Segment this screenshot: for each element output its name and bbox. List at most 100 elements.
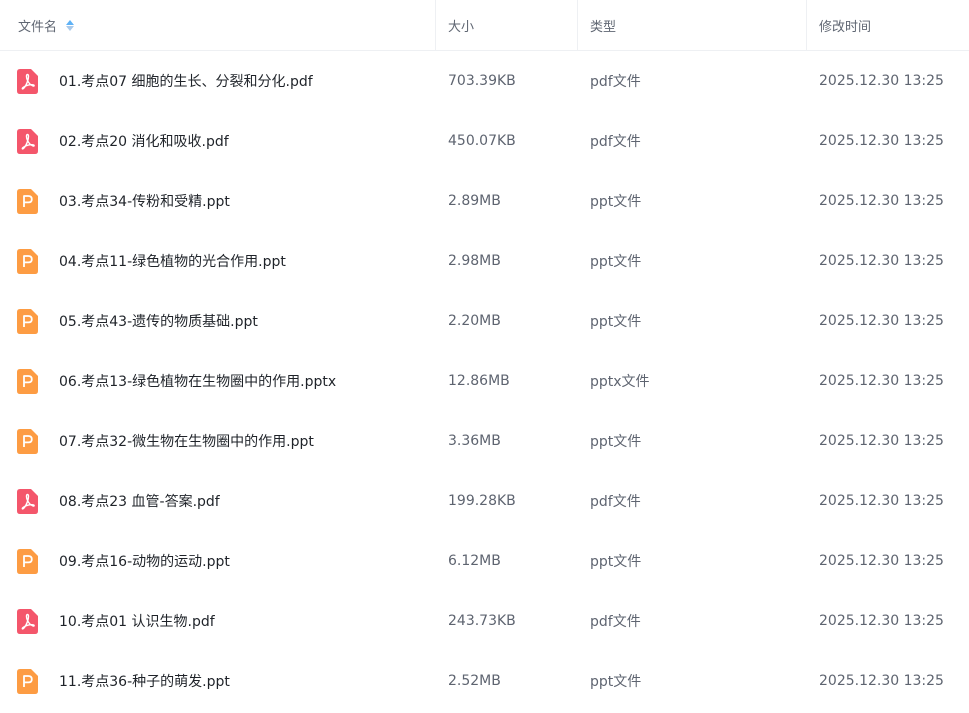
file-type-cell: ppt文件 — [578, 651, 807, 711]
file-size-cell: 2.89MB — [436, 171, 578, 231]
column-header-name-label: 文件名 — [18, 19, 58, 35]
file-modified-cell: 2025.12.30 13:25 — [807, 231, 969, 291]
file-type-cell: pdf文件 — [578, 111, 807, 171]
file-size-cell: 12.86MB — [436, 351, 578, 411]
file-name[interactable]: 08.考点23 血管-答案.pdf — [59, 491, 220, 511]
file-modified: 2025.12.30 13:25 — [819, 313, 944, 329]
file-size-cell: 3.36MB — [436, 411, 578, 471]
file-type-cell: pdf文件 — [578, 51, 807, 111]
file-size-cell: 2.20MB — [436, 291, 578, 351]
file-name-cell[interactable]: 02.考点20 消化和吸收.pdf — [0, 111, 436, 171]
ppt-icon — [17, 428, 38, 454]
file-size: 3.36MB — [448, 433, 501, 449]
file-name[interactable]: 09.考点16-动物的运动.ppt — [59, 551, 230, 571]
file-name-cell[interactable]: 06.考点13-绿色植物在生物圈中的作用.pptx — [0, 351, 436, 411]
sort-ascending-icon — [66, 19, 75, 25]
file-type: ppt文件 — [590, 554, 642, 570]
file-name-cell[interactable]: 10.考点01 认识生物.pdf — [0, 591, 436, 651]
file-type-cell: pdf文件 — [578, 591, 807, 651]
file-name[interactable]: 11.考点36-种子的萌发.ppt — [59, 671, 230, 691]
file-name[interactable]: 03.考点34-传粉和受精.ppt — [59, 191, 230, 211]
file-modified-cell: 2025.12.30 13:25 — [807, 651, 969, 711]
file-modified: 2025.12.30 13:25 — [819, 73, 944, 89]
file-name[interactable]: 01.考点07 细胞的生长、分裂和分化.pdf — [59, 71, 313, 91]
file-modified-cell: 2025.12.30 13:25 — [807, 411, 969, 471]
file-type-cell: ppt文件 — [578, 411, 807, 471]
file-type: pdf文件 — [590, 134, 641, 150]
table-row[interactable]: 07.考点32-微生物在生物圈中的作用.ppt 3.36MB ppt文件 2025.1… — [0, 411, 969, 471]
ppt-icon — [17, 668, 38, 694]
ppt-icon — [17, 368, 38, 394]
file-modified: 2025.12.30 13:25 — [819, 133, 944, 149]
file-type-cell: ppt文件 — [578, 231, 807, 291]
file-size: 703.39KB — [448, 73, 516, 89]
file-type: ppt文件 — [590, 194, 642, 210]
ppt-icon — [17, 308, 38, 334]
table-row[interactable]: 02.考点20 消化和吸收.pdf 450.07KB pdf文件 2025.12.30… — [0, 111, 969, 171]
file-name[interactable]: 06.考点13-绿色植物在生物圈中的作用.pptx — [59, 371, 336, 391]
file-type: ppt文件 — [590, 314, 642, 330]
file-size-cell: 199.28KB — [436, 471, 578, 531]
file-type: ppt文件 — [590, 674, 642, 690]
file-modified: 2025.12.30 13:25 — [819, 613, 944, 629]
table-row[interactable]: 04.考点11-绿色植物的光合作用.ppt 2.98MB ppt文件 2025.12.… — [0, 231, 969, 291]
column-header-size[interactable]: 大小 — [436, 0, 578, 50]
table-row[interactable]: 09.考点16-动物的运动.ppt 6.12MB ppt文件 2025.12.30 1… — [0, 531, 969, 591]
table-row[interactable]: 03.考点34-传粉和受精.ppt 2.89MB ppt文件 2025.12.30 1… — [0, 171, 969, 231]
file-modified-cell: 2025.12.30 13:25 — [807, 351, 969, 411]
file-name[interactable]: 10.考点01 认识生物.pdf — [59, 611, 215, 631]
file-type-cell: pdf文件 — [578, 471, 807, 531]
file-table: 文件名 大小 类型 修改时间 01.考点07 细胞的生长、分裂和分化.pdf 70… — [0, 0, 969, 711]
file-size-cell: 243.73KB — [436, 591, 578, 651]
table-body: 01.考点07 细胞的生长、分裂和分化.pdf 703.39KB pdf文件 2025… — [0, 51, 969, 711]
file-type: ppt文件 — [590, 434, 642, 450]
file-size: 6.12MB — [448, 553, 501, 569]
file-name[interactable]: 02.考点20 消化和吸收.pdf — [59, 131, 229, 151]
column-header-type-label: 类型 — [590, 19, 617, 35]
file-size: 199.28KB — [448, 493, 516, 509]
file-name-cell[interactable]: 01.考点07 细胞的生长、分裂和分化.pdf — [0, 51, 436, 111]
table-row[interactable]: 10.考点01 认识生物.pdf 243.73KB pdf文件 2025.12.30 … — [0, 591, 969, 651]
file-name[interactable]: 05.考点43-遗传的物质基础.ppt — [59, 311, 258, 331]
file-size: 243.73KB — [448, 613, 516, 629]
file-size: 2.20MB — [448, 313, 501, 329]
column-header-size-label: 大小 — [448, 19, 475, 35]
column-header-modified[interactable]: 修改时间 — [807, 0, 969, 50]
file-name-cell[interactable]: 08.考点23 血管-答案.pdf — [0, 471, 436, 531]
file-size-cell: 2.98MB — [436, 231, 578, 291]
pdf-icon — [17, 608, 38, 634]
file-size: 450.07KB — [448, 133, 516, 149]
file-name-cell[interactable]: 05.考点43-遗传的物质基础.ppt — [0, 291, 436, 351]
file-name-cell[interactable]: 04.考点11-绿色植物的光合作用.ppt — [0, 231, 436, 291]
file-modified-cell: 2025.12.30 13:25 — [807, 171, 969, 231]
column-header-name[interactable]: 文件名 — [0, 0, 436, 50]
file-size-cell: 450.07KB — [436, 111, 578, 171]
file-size: 12.86MB — [448, 373, 510, 389]
file-name[interactable]: 07.考点32-微生物在生物圈中的作用.ppt — [59, 431, 314, 451]
file-name[interactable]: 04.考点11-绿色植物的光合作用.ppt — [59, 251, 286, 271]
file-size-cell: 703.39KB — [436, 51, 578, 111]
column-header-type[interactable]: 类型 — [578, 0, 807, 50]
sort-descending-icon — [66, 25, 75, 31]
file-modified-cell: 2025.12.30 13:25 — [807, 111, 969, 171]
ppt-icon — [17, 248, 38, 274]
file-name-cell[interactable]: 09.考点16-动物的运动.ppt — [0, 531, 436, 591]
table-row[interactable]: 08.考点23 血管-答案.pdf 199.28KB pdf文件 2025.12.30… — [0, 471, 969, 531]
table-row[interactable]: 11.考点36-种子的萌发.ppt 2.52MB ppt文件 2025.12.30 1… — [0, 651, 969, 711]
file-modified: 2025.12.30 13:25 — [819, 493, 944, 509]
file-type-cell: pptx文件 — [578, 351, 807, 411]
file-name-cell[interactable]: 03.考点34-传粉和受精.ppt — [0, 171, 436, 231]
file-modified-cell: 2025.12.30 13:25 — [807, 531, 969, 591]
table-row[interactable]: 06.考点13-绿色植物在生物圈中的作用.pptx 12.86MB pptx文件 20… — [0, 351, 969, 411]
file-type-cell: ppt文件 — [578, 291, 807, 351]
sort-icon[interactable] — [66, 19, 75, 31]
file-name-cell[interactable]: 07.考点32-微生物在生物圈中的作用.ppt — [0, 411, 436, 471]
pdf-icon — [17, 128, 38, 154]
column-header-modified-label: 修改时间 — [819, 19, 872, 35]
file-modified-cell: 2025.12.30 13:25 — [807, 291, 969, 351]
file-size-cell: 2.52MB — [436, 651, 578, 711]
file-name-cell[interactable]: 11.考点36-种子的萌发.ppt — [0, 651, 436, 711]
table-row[interactable]: 05.考点43-遗传的物质基础.ppt 2.20MB ppt文件 2025.12.30… — [0, 291, 969, 351]
ppt-icon — [17, 188, 38, 214]
table-row[interactable]: 01.考点07 细胞的生长、分裂和分化.pdf 703.39KB pdf文件 2025… — [0, 51, 969, 111]
